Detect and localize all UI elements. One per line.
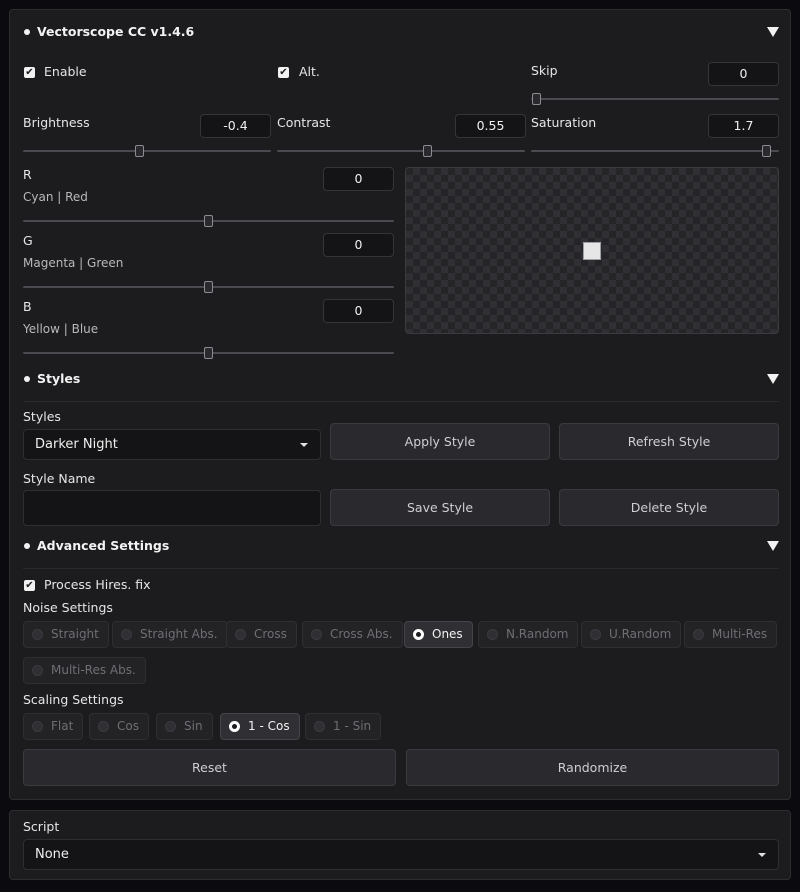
bullet-icon (24, 543, 30, 549)
g-sublabel: Magenta | Green (23, 256, 124, 270)
b-label: B (23, 299, 32, 314)
apply-style-button[interactable]: Apply Style (330, 423, 550, 460)
radio-icon (590, 629, 601, 640)
contrast-number-input[interactable]: 0.55 (455, 114, 526, 138)
radio-icon (32, 665, 43, 676)
contrast-slider-track[interactable] (277, 150, 525, 152)
vectorscope-panel: Vectorscope CC v1.4.6 ✔ Enable ✔ Alt. Sk… (9, 9, 791, 800)
vectorscope-title: Vectorscope CC v1.4.6 (37, 24, 195, 39)
radio-icon (487, 629, 498, 640)
chevron-down-icon (758, 853, 766, 857)
radio-selected-icon (413, 629, 424, 640)
brightness-slider-thumb[interactable] (135, 145, 144, 157)
saturation-slider-thumb[interactable] (762, 145, 771, 157)
skip-number-input[interactable]: 0 (708, 62, 779, 86)
noise-option-straight-abs[interactable]: Straight Abs. (112, 621, 228, 648)
radio-icon (314, 721, 325, 732)
bullet-icon (24, 376, 30, 382)
collapse-triangle-icon[interactable] (767, 541, 779, 551)
alt-label: Alt. (299, 64, 320, 79)
scaling-option-cos[interactable]: Cos (89, 713, 149, 740)
script-panel: Script None (9, 810, 791, 880)
radio-icon (235, 629, 246, 640)
alt-checkbox[interactable]: ✔ (278, 67, 289, 78)
skip-slider-track[interactable] (531, 98, 779, 100)
randomize-button[interactable]: Randomize (406, 749, 779, 786)
style-name-input[interactable] (23, 490, 321, 526)
styles-title: Styles (37, 371, 81, 386)
saturation-label: Saturation (531, 115, 597, 130)
radio-icon (32, 629, 43, 640)
refresh-style-button[interactable]: Refresh Style (559, 423, 779, 460)
scaling-option-1-sin[interactable]: 1 - Sin (305, 713, 382, 740)
g-slider-thumb[interactable] (204, 281, 213, 293)
enable-checkbox[interactable]: ✔ (24, 67, 35, 78)
skip-label: Skip (531, 63, 558, 78)
script-dropdown[interactable]: None (23, 839, 779, 870)
broken-image-icon (583, 242, 601, 260)
chevron-down-icon (300, 443, 308, 447)
script-dropdown-value: None (35, 847, 69, 862)
saturation-number-input[interactable]: 1.7 (708, 114, 779, 138)
style-name-label: Style Name (23, 471, 96, 486)
script-label: Script (23, 819, 60, 834)
r-label: R (23, 167, 32, 182)
collapse-triangle-icon[interactable] (767, 374, 779, 384)
collapse-triangle-icon[interactable] (767, 27, 779, 37)
noise-option-cross-abs[interactable]: Cross Abs. (302, 621, 403, 648)
g-number-input[interactable]: 0 (323, 233, 394, 257)
b-slider-thumb[interactable] (204, 347, 213, 359)
noise-option-cross[interactable]: Cross (226, 621, 297, 648)
b-sublabel: Yellow | Blue (23, 322, 99, 336)
noise-option-multi-res[interactable]: Multi-Res (684, 621, 778, 648)
brightness-label: Brightness (23, 115, 90, 130)
radio-icon (98, 721, 109, 732)
brightness-slider-track[interactable] (23, 150, 271, 152)
advanced-accordion-header[interactable]: Advanced Settings (10, 532, 790, 562)
radio-icon (165, 721, 176, 732)
radio-selected-icon (229, 721, 240, 732)
skip-slider-thumb[interactable] (532, 93, 541, 105)
b-number-input[interactable]: 0 (323, 299, 394, 323)
scaling-settings-label: Scaling Settings (23, 692, 124, 707)
divider (23, 568, 779, 569)
styles-dropdown-value: Darker Night (35, 437, 118, 452)
contrast-slider-thumb[interactable] (423, 145, 432, 157)
enable-label: Enable (44, 64, 87, 79)
styles-dropdown[interactable]: Darker Night (23, 429, 321, 460)
save-style-button[interactable]: Save Style (330, 489, 550, 526)
noise-option-n-random[interactable]: N.Random (478, 621, 579, 648)
vectorscope-accordion-header[interactable]: Vectorscope CC v1.4.6 (10, 10, 790, 52)
radio-icon (311, 629, 322, 640)
saturation-slider-track[interactable] (531, 150, 779, 152)
noise-settings-label: Noise Settings (23, 600, 113, 615)
process-hires-checkbox[interactable]: ✔ (24, 580, 35, 591)
divider (23, 401, 779, 402)
process-hires-label: Process Hires. fix (44, 577, 151, 592)
noise-option-multi-res-abs[interactable]: Multi-Res Abs. (23, 657, 146, 684)
noise-option-ones[interactable]: Ones (404, 621, 473, 648)
scaling-option-1-cos[interactable]: 1 - Cos (220, 713, 300, 740)
scaling-option-sin[interactable]: Sin (156, 713, 213, 740)
advanced-title: Advanced Settings (37, 538, 170, 553)
r-number-input[interactable]: 0 (323, 167, 394, 191)
brightness-number-input[interactable]: -0.4 (200, 114, 271, 138)
contrast-label: Contrast (277, 115, 331, 130)
r-sublabel: Cyan | Red (23, 190, 88, 204)
styles-dropdown-label: Styles (23, 409, 61, 424)
delete-style-button[interactable]: Delete Style (559, 489, 779, 526)
radio-icon (32, 721, 43, 732)
radio-icon (121, 629, 132, 640)
radio-icon (693, 629, 704, 640)
g-label: G (23, 233, 33, 248)
scaling-option-flat[interactable]: Flat (23, 713, 84, 740)
noise-option-straight[interactable]: Straight (23, 621, 109, 648)
styles-accordion-header[interactable]: Styles (10, 365, 790, 395)
reset-button[interactable]: Reset (23, 749, 396, 786)
bullet-icon (24, 29, 30, 35)
noise-option-u-random[interactable]: U.Random (581, 621, 682, 648)
color-preview-canvas[interactable] (405, 167, 779, 334)
r-slider-thumb[interactable] (204, 215, 213, 227)
